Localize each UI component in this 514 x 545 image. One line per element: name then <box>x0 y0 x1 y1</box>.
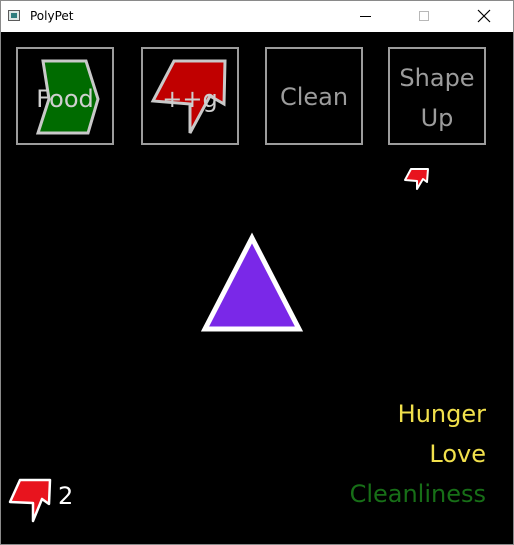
currency-count: 2 <box>58 482 74 510</box>
app-window: PolyPet Food ++g Clean Shape Up Hunger L… <box>0 0 514 545</box>
maximize-icon <box>419 11 429 21</box>
shape-up-label: Shape Up <box>390 58 484 138</box>
shape-up-label-line-1: Shape <box>399 64 475 92</box>
red-arrow-icon <box>8 478 52 523</box>
boost-button[interactable]: ++g <box>141 47 239 145</box>
cleanliness-stat: Cleanliness <box>349 480 486 508</box>
maximize-button[interactable] <box>401 1 447 32</box>
shape-up-label-line-2: Up <box>420 104 454 132</box>
minimize-button[interactable] <box>330 1 376 32</box>
food-button[interactable]: Food <box>16 47 114 145</box>
pet-triangle[interactable] <box>200 232 304 335</box>
game-canvas: Food ++g Clean Shape Up Hunger Love Clea… <box>1 32 513 544</box>
boost-label: ++g <box>162 85 218 113</box>
app-icon <box>8 10 20 21</box>
hunger-stat: Hunger <box>397 400 486 428</box>
clean-label: Clean <box>279 83 349 111</box>
window-title: PolyPet <box>30 9 74 23</box>
clean-button[interactable]: Clean <box>265 47 363 145</box>
close-icon <box>477 9 491 23</box>
title-bar[interactable]: PolyPet <box>1 1 513 32</box>
shape-up-button[interactable]: Shape Up <box>388 47 486 145</box>
red-arrow-icon <box>404 168 429 190</box>
love-stat: Love <box>429 440 486 468</box>
close-button[interactable] <box>461 1 507 32</box>
minimize-icon <box>360 16 371 17</box>
food-label: Food <box>36 85 94 113</box>
